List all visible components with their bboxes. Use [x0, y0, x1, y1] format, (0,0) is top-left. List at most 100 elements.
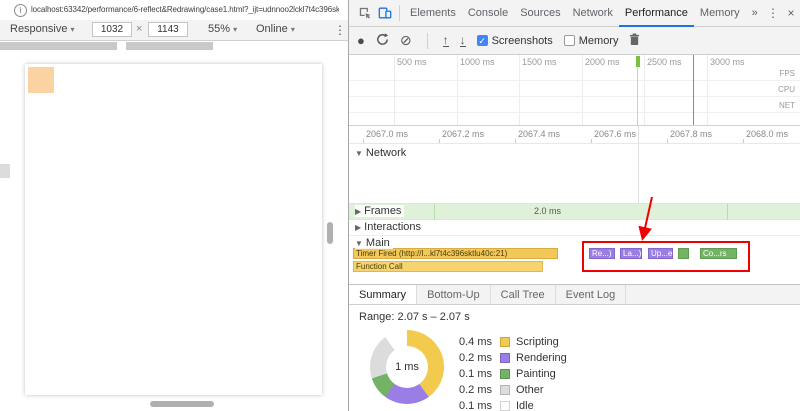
window-handle[interactable]	[693, 55, 694, 126]
overview-tick: 500 ms	[397, 57, 427, 67]
lane-divider	[349, 80, 800, 81]
gridline	[707, 55, 708, 126]
viewport-height-input[interactable]	[148, 22, 188, 37]
toolbar-separator	[427, 33, 428, 49]
section-interactions[interactable]: ▶Interactions	[355, 221, 424, 233]
tab-performance[interactable]: Performance	[619, 0, 694, 27]
legend-label: Painting	[516, 368, 556, 380]
throttling-value: Online	[256, 23, 288, 35]
reload-and-record-button[interactable]	[376, 33, 389, 49]
overview-tick: 2000 ms	[585, 57, 620, 67]
more-tabs-icon[interactable]: »	[746, 0, 764, 27]
event-timer-fired[interactable]: Timer Fired (http://l...kl7t4c396sktlu40…	[353, 248, 558, 259]
ruler-mark	[515, 139, 516, 143]
save-profile-button[interactable]: ↓	[460, 35, 466, 47]
legend-label: Rendering	[516, 352, 567, 364]
section-network[interactable]: ▼Network	[355, 147, 409, 159]
frames-track[interactable]: 2.0 ms	[349, 203, 800, 220]
expand-icon[interactable]: ▶	[355, 207, 361, 216]
ruler-mark	[743, 139, 744, 143]
legend-value: 0.2 ms	[454, 352, 492, 364]
lane-label-net: NET	[779, 101, 795, 110]
collapse-icon[interactable]: ▼	[355, 149, 363, 158]
tab-elements[interactable]: Elements	[404, 0, 462, 27]
zoom-select[interactable]: 55% ▾	[208, 23, 237, 35]
devtools-close-icon[interactable]: ×	[782, 0, 800, 27]
record-button[interactable]: ●	[357, 33, 365, 48]
garbage-collect-icon[interactable]	[629, 33, 640, 49]
section-interactions-label: Interactions	[364, 221, 421, 233]
ruler-tick: 2067.4 ms	[518, 129, 560, 139]
event-composite-layers[interactable]: Co...rs	[700, 248, 737, 259]
lane-label-fps: FPS	[779, 69, 795, 78]
ruler-mark	[363, 139, 364, 143]
legend-label: Other	[516, 384, 544, 396]
legend-item-other: 0.2 ms Other	[454, 382, 544, 398]
frame-boundary-line	[638, 126, 639, 203]
tab-memory[interactable]: Memory	[694, 0, 746, 27]
load-profile-button[interactable]: ↑	[443, 35, 449, 47]
memory-label: Memory	[579, 35, 619, 47]
legend-item-scripting: 0.4 ms Scripting	[454, 334, 559, 350]
legend-swatch-painting	[500, 369, 510, 379]
screenshots-checkbox[interactable]: ✓	[477, 35, 488, 46]
throttling-select[interactable]: Online ▾	[256, 23, 295, 35]
viewport-width-input[interactable]	[92, 22, 132, 37]
tab-network[interactable]: Network	[567, 0, 619, 27]
url-text[interactable]: localhost:63342/performance/6-reflect&Re…	[31, 5, 339, 14]
legend-value: 0.1 ms	[454, 400, 492, 411]
event-layout[interactable]: La...)	[620, 248, 642, 259]
clear-button[interactable]: ⊘	[400, 32, 412, 49]
devtools-tab-bar: Elements Console Sources Network Perform…	[349, 0, 800, 27]
timeline-overview[interactable]: 500 ms 1000 ms 1500 ms 2000 ms 2500 ms 3…	[349, 55, 800, 126]
expand-icon[interactable]: ▶	[355, 223, 361, 232]
gridline	[457, 55, 458, 126]
details-tab-bar: Summary Bottom-Up Call Tree Event Log	[349, 284, 800, 305]
inspect-element-icon[interactable]	[355, 0, 375, 27]
activity-spike-line	[637, 67, 638, 126]
lane-label-cpu: CPU	[778, 85, 795, 94]
tab-call-tree[interactable]: Call Tree	[491, 285, 556, 304]
overview-tick: 2500 ms	[647, 57, 682, 67]
legend-value: 0.2 ms	[454, 384, 492, 396]
device-select[interactable]: Responsive ▾	[10, 23, 75, 35]
ruler-mark	[439, 139, 440, 143]
frame-boundary	[727, 204, 728, 221]
ruler-mark	[591, 139, 592, 143]
device-toolbar-menu-icon[interactable]: ⋮	[334, 23, 346, 37]
legend-item-rendering: 0.2 ms Rendering	[454, 350, 567, 366]
devtools-menu-icon[interactable]: ⋮	[764, 0, 782, 27]
event-recalculate-style[interactable]: Re...)	[589, 248, 615, 259]
page-info-icon[interactable]: i	[14, 4, 27, 17]
collapse-icon[interactable]: ▼	[355, 239, 363, 248]
event-paint[interactable]	[678, 248, 689, 259]
tab-console[interactable]: Console	[462, 0, 514, 27]
gridline	[582, 55, 583, 126]
tab-sources[interactable]: Sources	[514, 0, 566, 27]
tab-bottom-up[interactable]: Bottom-Up	[417, 285, 491, 304]
screenshots-label: Screenshots	[492, 35, 553, 47]
vertical-scrollbar[interactable]	[327, 222, 333, 244]
donut-center-label: 1 ms	[395, 361, 419, 373]
event-update-layer-tree[interactable]: Up...e	[648, 248, 673, 259]
event-function-call[interactable]: Function Call	[353, 261, 543, 272]
browser-url-bar[interactable]: i localhost:63342/performance/6-reflect&…	[0, 0, 348, 21]
memory-toggle[interactable]: Memory	[564, 35, 619, 47]
frame-duration: 2.0 ms	[534, 206, 561, 216]
memory-checkbox[interactable]	[564, 35, 575, 46]
horizontal-scrollbar[interactable]	[150, 401, 214, 407]
chevron-down-icon: ▾	[291, 25, 295, 34]
overview-tick: 1000 ms	[460, 57, 495, 67]
legend-swatch-rendering	[500, 353, 510, 363]
screenshots-toggle[interactable]: ✓ Screenshots	[477, 35, 553, 47]
ruler-tick: 2068.0 ms	[746, 129, 788, 139]
tab-event-log[interactable]: Event Log	[556, 285, 627, 304]
section-frames[interactable]: ▶Frames	[355, 205, 404, 217]
ruler-highlight-segment	[126, 42, 213, 50]
device-toolbar-toggle-icon[interactable]	[375, 0, 395, 27]
toolbar-separator	[399, 5, 400, 21]
tab-summary[interactable]: Summary	[349, 285, 417, 304]
range-label: Range: 2.07 s – 2.07 s	[359, 311, 470, 323]
activity-spike	[636, 56, 640, 67]
section-main[interactable]: ▼Main	[355, 237, 393, 249]
